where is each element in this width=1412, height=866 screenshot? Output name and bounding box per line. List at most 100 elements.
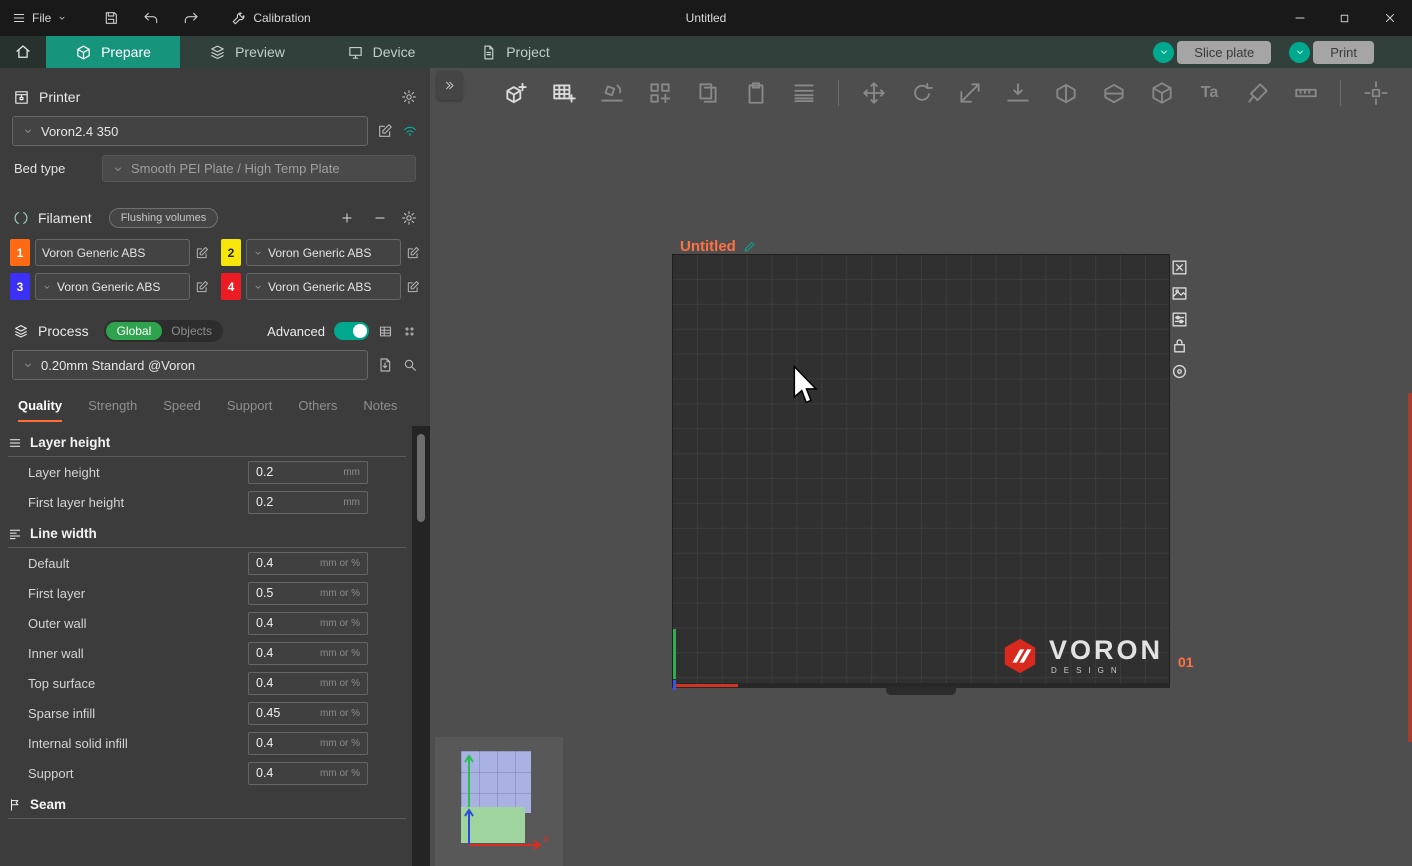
copy-button[interactable] [690,75,725,110]
save-preset-button[interactable] [377,357,393,373]
parameter-compare-button[interactable] [402,324,417,339]
rotate-tool-button[interactable] [904,75,939,110]
tab-project[interactable]: Project [448,36,582,68]
add-plate-button[interactable] [546,75,581,110]
mesh-boolean-button[interactable] [1144,75,1179,110]
filament-color-badge[interactable]: 1 [10,239,30,266]
lay-on-face-button[interactable] [1000,75,1035,110]
paste-button[interactable] [738,75,773,110]
setting-input[interactable]: 0.4 mm or % [248,672,368,695]
add-filament-button[interactable] [335,211,359,225]
home-button[interactable] [0,36,46,68]
setting-value: 0.4 [256,736,273,750]
tab-device[interactable]: Device [314,36,448,68]
maximize-button[interactable] [1322,0,1367,36]
tab-support[interactable]: Support [227,398,273,422]
redo-button[interactable] [183,10,199,26]
scale-tool-button[interactable] [952,75,987,110]
edit-filament-button[interactable] [195,246,209,260]
slice-plate-button[interactable]: Slice plate [1177,41,1271,64]
print-options-button[interactable] [1289,42,1310,63]
setting-input[interactable]: 0.4 mm or % [248,642,368,665]
hamburger-menu-icon [12,11,26,25]
filament-select-1[interactable]: Voron Generic ABS [35,239,190,266]
build-plate[interactable]: VORON DESIGN [672,254,1170,688]
auto-orient-icon [599,80,625,106]
lock-plate-button[interactable] [1170,336,1189,355]
bed-type-select[interactable]: Smooth PEI Plate / High Temp Plate [102,155,416,182]
filament-color-badge[interactable]: 2 [221,239,241,266]
printer-settings-button[interactable] [401,89,417,105]
process-preset-select[interactable]: 0.20mm Standard @Voron [12,350,368,380]
filament-color-badge[interactable]: 3 [10,273,30,300]
tab-label: Device [373,44,416,60]
tab-speed[interactable]: Speed [163,398,201,422]
save-button[interactable] [103,10,119,26]
text-tool-button[interactable]: Ta [1192,75,1227,110]
split-to-parts-button[interactable] [1096,75,1131,110]
plate-settings-button[interactable] [1170,310,1189,329]
printer-connection-button[interactable] [402,123,418,139]
scrollbar-thumb[interactable] [417,434,425,522]
slice-options-button[interactable] [1153,42,1174,63]
scope-objects-button[interactable]: Objects [162,322,221,340]
move-tool-button[interactable] [856,75,891,110]
search-settings-button[interactable] [402,357,418,373]
add-object-button[interactable] [498,75,533,110]
tab-quality[interactable]: Quality [18,398,62,422]
scope-global-button[interactable]: Global [106,322,163,340]
tab-strength[interactable]: Strength [88,398,137,422]
setting-input[interactable]: 0.4 mm or % [248,762,368,785]
undo-button[interactable] [143,10,159,26]
filament-select-4[interactable]: Voron Generic ABS [246,273,401,300]
settings-scrollbar[interactable] [412,426,430,866]
plate-label-button[interactable] [1170,362,1189,381]
sidebar: Printer Voron2.4 350 Bed type Smooth PEI… [0,68,430,866]
setting-input[interactable]: 0.2 mm [248,461,368,484]
sidebar-collapse-button[interactable] [437,71,462,100]
edit-filament-button[interactable] [406,246,420,260]
process-icon [13,323,29,339]
advanced-toggle[interactable] [334,322,369,340]
split-to-objects-button[interactable] [1048,75,1083,110]
filament-select-3[interactable]: Voron Generic ABS [35,273,190,300]
edit-filament-button[interactable] [406,280,420,294]
print-button[interactable]: Print [1313,41,1374,64]
minimize-button[interactable] [1277,0,1322,36]
setting-input[interactable]: 0.4 mm or % [248,552,368,575]
variable-layer-height-button[interactable] [786,75,821,110]
close-button[interactable] [1367,0,1412,36]
remove-filament-button[interactable] [368,211,392,225]
filament-color-badge[interactable]: 4 [221,273,241,300]
lock-plate-icon [1170,336,1189,355]
setting-input[interactable]: 0.45 mm or % [248,702,368,725]
flushing-volumes-button[interactable]: Flushing volumes [109,208,219,228]
assembly-view-button[interactable] [1358,75,1393,110]
file-menu-button[interactable]: File [0,0,79,36]
delete-plate-button[interactable] [1170,258,1189,277]
filament-select-2[interactable]: Voron Generic ABS [246,239,401,266]
x-axis-label: x [543,833,549,845]
parameter-table-button[interactable] [378,324,393,339]
chevron-down-icon [1158,46,1170,58]
setting-input[interactable]: 0.4 mm or % [248,732,368,755]
tab-notes[interactable]: Notes [363,398,397,422]
plate-preview-button[interactable] [1170,284,1189,303]
edit-printer-button[interactable] [377,123,393,139]
setting-input[interactable]: 0.4 mm or % [248,612,368,635]
setting-input[interactable]: 0.5 mm or % [248,582,368,605]
plate-name[interactable]: Untitled [680,238,756,255]
printer-select[interactable]: Voron2.4 350 [12,116,368,146]
tab-prepare[interactable]: Prepare [46,36,180,68]
arrange-button[interactable] [642,75,677,110]
edit-filament-button[interactable] [195,280,209,294]
setting-input[interactable]: 0.2 mm [248,491,368,514]
viewport-3d[interactable]: Ta Untitled [430,68,1412,866]
calibration-button[interactable]: Calibration [231,11,310,26]
measure-button[interactable] [1288,75,1323,110]
paint-support-button[interactable] [1240,75,1275,110]
tab-preview[interactable]: Preview [180,36,314,68]
auto-orient-button[interactable] [594,75,629,110]
tab-others[interactable]: Others [298,398,337,422]
filament-settings-button[interactable] [401,210,417,226]
